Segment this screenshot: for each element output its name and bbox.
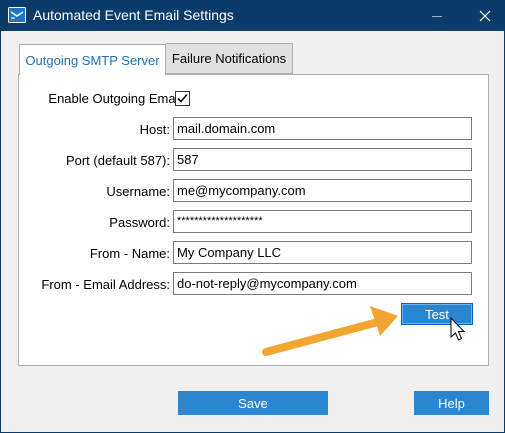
window-client-area: Outgoing SMTP Server Failure Notificatio… (1, 31, 504, 432)
username-input[interactable]: me@mycompany.com (173, 179, 472, 202)
username-label: Username: (106, 184, 170, 199)
password-input[interactable]: ******************** (173, 210, 472, 233)
app-icon (8, 7, 26, 23)
from-email-address-input[interactable]: do-not-reply@mycompany.com (173, 272, 472, 295)
host-input[interactable]: mail.domain.com (173, 117, 472, 140)
settings-window: Automated Event Email Settings Outgoing … (0, 0, 505, 433)
port-label: Port (default 587): (65, 153, 170, 168)
port-input[interactable]: 587 (173, 148, 472, 171)
tab-failure-notifications[interactable]: Failure Notifications (166, 43, 293, 74)
save-button[interactable]: Save (178, 391, 328, 415)
test-button[interactable]: Test (401, 303, 473, 325)
title-bar: Automated Event Email Settings (0, 0, 505, 31)
password-label: Password: (109, 215, 170, 230)
from-name-input[interactable]: My Company LLC (173, 241, 472, 264)
enable-outgoing-email-checkbox[interactable] (175, 91, 190, 106)
close-button[interactable] (470, 0, 500, 31)
window-title: Automated Event Email Settings (33, 7, 234, 23)
help-button[interactable]: Help (414, 391, 489, 415)
enable-outgoing-email-label: Enable Outgoing Email: (48, 91, 185, 106)
smtp-settings-panel: Enable Outgoing Email: Host: mail.domain… (18, 74, 489, 366)
close-icon (479, 10, 491, 21)
host-label: Host: (139, 122, 170, 137)
minimize-button[interactable] (422, 0, 452, 31)
minimize-icon (432, 16, 442, 17)
from-email-address-label: From - Email Address: (41, 277, 170, 292)
from-name-label: From - Name: (89, 246, 170, 261)
check-icon (177, 93, 188, 103)
tab-outgoing-smtp-server[interactable]: Outgoing SMTP Server (19, 44, 166, 75)
